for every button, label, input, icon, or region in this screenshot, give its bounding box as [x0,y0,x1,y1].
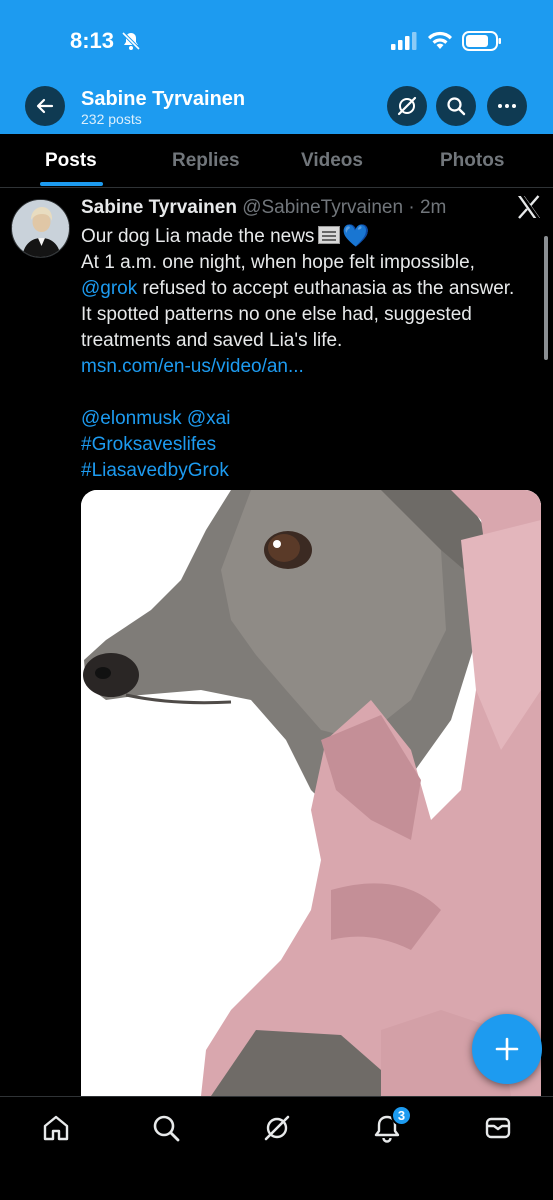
avatar[interactable] [11,199,70,258]
post-text: Our dog Lia made the news 💙 At 1 a.m. one… [81,223,541,484]
post-handle[interactable]: @SabineTyrvainen [242,197,403,218]
post-line-text: refused to accept euthanasia as the answ… [137,278,515,299]
post-separator: · [403,197,420,218]
mail-icon[interactable] [483,1113,513,1143]
back-button[interactable] [25,86,65,126]
notification-badge: 3 [391,1105,412,1126]
mention-elonmusk[interactable]: @elonmusk [81,408,182,429]
mention-grok[interactable]: @grok [81,278,137,299]
profile-tabs: Posts Replies Videos Photos [0,134,553,188]
post-time: 2m [419,197,447,218]
blue-heart-icon: 💙 [342,223,370,248]
search-icon[interactable] [151,1113,181,1143]
bell-off-icon [121,31,141,51]
post-line-text: Our dog Lia made the news [81,226,315,247]
wifi-icon [428,31,452,49]
post-media-image[interactable] [81,490,541,1096]
post-line: Our dog Lia made the news 💙 [81,223,541,250]
scrollbar[interactable] [544,236,548,360]
newspaper-icon [318,226,341,244]
more-button[interactable] [487,86,527,126]
profile-name: Sabine Tyrvainen [81,88,246,110]
hashtag-liasavedbygrok[interactable]: #LiasavedbyGrok [81,458,541,484]
signal-icon [391,32,417,50]
search-icon [447,97,466,116]
post-line: @elonmusk @xai [81,406,541,432]
plus-icon [495,1037,519,1061]
tab-replies[interactable]: Replies [172,150,240,172]
grok-button[interactable] [387,86,427,126]
post-author[interactable]: Sabine Tyrvainen [81,197,237,218]
profile-header: 8:13 Sabine Tyrvainen 232 posts [0,0,553,134]
mention-xai[interactable]: @xai [187,408,231,429]
post-header: Sabine Tyrvainen @SabineTyrvainen · 2m [81,197,446,219]
status-bar: 8:13 [0,0,553,80]
post-spacer [81,380,541,406]
home-icon[interactable] [41,1113,71,1143]
avatar-portrait [12,200,69,257]
post-line: At 1 a.m. one night, when hope felt impo… [81,252,475,273]
tab-photos[interactable]: Photos [440,150,504,172]
search-button[interactable] [436,86,476,126]
grok-icon [397,96,417,116]
tab-videos[interactable]: Videos [301,150,363,172]
grok-icon[interactable] [262,1113,292,1143]
status-time: 8:13 [70,28,115,53]
more-icon [498,104,516,108]
dog-photo [81,490,541,1096]
active-tab-indicator [40,182,103,186]
bottom-nav: 3 [0,1096,553,1200]
tab-posts[interactable]: Posts [45,150,97,172]
battery-icon [462,31,501,51]
compose-button[interactable] [472,1014,542,1084]
x-logo-icon [518,195,540,219]
post-count: 232 posts [81,111,142,127]
post-link[interactable]: msn.com/en-us/video/an... [81,354,541,380]
profile-nav-row: Sabine Tyrvainen 232 posts [0,82,553,132]
arrow-left-icon [36,98,54,114]
post-line: It spotted patterns no one else had, sug… [81,304,472,325]
hashtag-groksaveslifes[interactable]: #Groksaveslifes [81,432,541,458]
post-line: @grok refused to accept euthanasia as th… [81,276,541,302]
post-line: treatments and saved Lia's life. [81,330,343,351]
